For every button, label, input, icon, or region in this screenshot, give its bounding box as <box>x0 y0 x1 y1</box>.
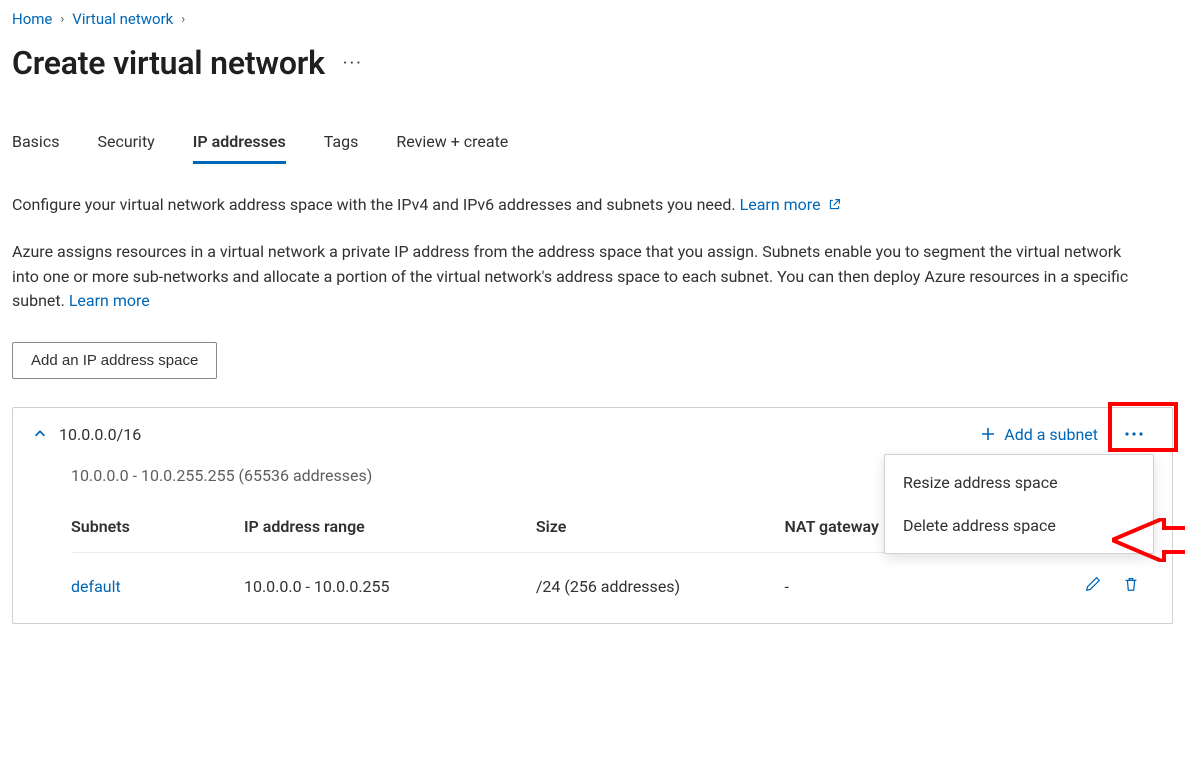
external-link-icon <box>828 198 841 211</box>
tabs: Basics Security IP addresses Tags Review… <box>12 126 1173 165</box>
subnet-name-link[interactable]: default <box>71 577 121 596</box>
tab-security[interactable]: Security <box>97 126 154 164</box>
table-row: default 10.0.0.0 - 10.0.0.255 /24 (256 a… <box>71 553 1152 620</box>
col-header-subnets: Subnets <box>71 507 244 553</box>
edit-subnet-button[interactable] <box>1084 575 1102 597</box>
menu-delete-address-space[interactable]: Delete address space <box>885 504 1153 547</box>
chevron-up-icon[interactable] <box>33 427 47 441</box>
address-space-cidr: 10.0.0.0/16 <box>59 425 141 444</box>
learn-more-link[interactable]: Learn more <box>740 195 841 214</box>
address-space-context-menu: Resize address space Delete address spac… <box>884 454 1154 554</box>
tab-tags[interactable]: Tags <box>324 126 359 164</box>
description-line-2: Azure assigns resources in a virtual net… <box>12 240 1152 314</box>
col-header-size: Size <box>536 507 785 553</box>
more-horizontal-icon <box>1124 430 1144 438</box>
tab-basics[interactable]: Basics <box>12 126 59 164</box>
add-ip-address-space-button[interactable]: Add an IP address space <box>12 342 217 379</box>
add-subnet-button[interactable]: Add a subnet <box>980 425 1098 444</box>
breadcrumb-home[interactable]: Home <box>12 10 52 28</box>
menu-resize-address-space[interactable]: Resize address space <box>885 461 1153 504</box>
breadcrumb-separator: › <box>60 12 64 27</box>
breadcrumb-virtual-network[interactable]: Virtual network <box>72 10 173 28</box>
plus-icon <box>980 426 996 442</box>
subnet-nat: - <box>784 553 1022 620</box>
page-title: Create virtual network <box>12 44 325 82</box>
trash-icon <box>1122 575 1140 593</box>
subnet-size: /24 (256 addresses) <box>536 553 785 620</box>
delete-subnet-button[interactable] <box>1122 575 1140 597</box>
tab-review-create[interactable]: Review + create <box>396 126 508 164</box>
col-header-ip-range: IP address range <box>244 507 536 553</box>
tab-ip-addresses[interactable]: IP addresses <box>193 126 286 164</box>
description-line-1: Configure your virtual network address s… <box>12 193 1152 218</box>
page-more-button[interactable]: ··· <box>343 53 363 74</box>
breadcrumb-separator: › <box>181 12 185 27</box>
pencil-icon <box>1084 575 1102 593</box>
address-space-more-button[interactable] <box>1116 422 1152 446</box>
address-space-card: 10.0.0.0/16 Add a subnet 10.0.0.0 - 10.0… <box>12 407 1173 624</box>
breadcrumb: Home › Virtual network › <box>12 10 1173 28</box>
learn-more-link[interactable]: Learn more <box>69 291 150 310</box>
subnet-ip-range: 10.0.0.0 - 10.0.0.255 <box>244 553 536 620</box>
